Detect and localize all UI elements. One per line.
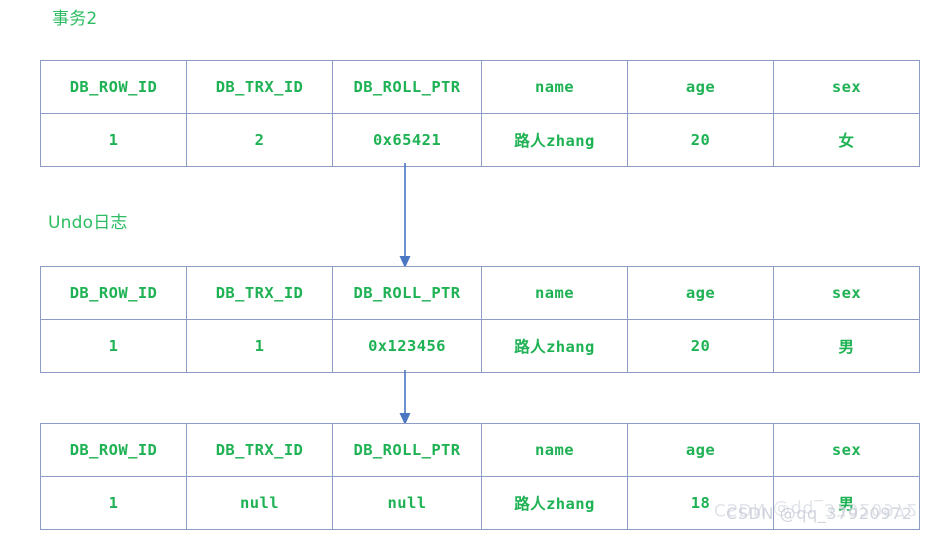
cell-name: 路人zhang — [481, 113, 628, 167]
cell-age: 20 — [627, 319, 774, 373]
column-header-db-roll-ptr: DB_ROLL_PTR — [332, 60, 482, 114]
transaction-caption: 事务2 — [52, 9, 98, 29]
cell-age: 18 — [627, 476, 774, 530]
table-header-row: DB_ROW_ID DB_TRX_ID DB_ROLL_PTR name age… — [40, 423, 920, 477]
column-header-sex: sex — [773, 266, 920, 320]
cell-db-roll-ptr: 0x123456 — [332, 319, 482, 373]
column-header-db-trx-id: DB_TRX_ID — [186, 423, 333, 477]
diagram-canvas: 事务2 DB_ROW_ID DB_TRX_ID DB_ROLL_PTR name… — [0, 0, 947, 543]
current-record-table: DB_ROW_ID DB_TRX_ID DB_ROLL_PTR name age… — [40, 60, 920, 167]
cell-db-row-id: 1 — [40, 113, 187, 167]
cell-db-trx-id: 2 — [186, 113, 333, 167]
cell-db-trx-id: 1 — [186, 319, 333, 373]
cell-name: 路人zhang — [481, 476, 628, 530]
column-header-db-row-id: DB_ROW_ID — [40, 423, 187, 477]
cell-db-trx-id: null — [186, 476, 333, 530]
cell-db-row-id: 1 — [40, 476, 187, 530]
cell-db-row-id: 1 — [40, 319, 187, 373]
column-header-db-trx-id: DB_TRX_ID — [186, 266, 333, 320]
rollptr-link-arrow-2 — [399, 370, 411, 425]
table-header-row: DB_ROW_ID DB_TRX_ID DB_ROLL_PTR name age… — [40, 60, 920, 114]
column-header-name: name — [481, 60, 628, 114]
cell-sex: 女 — [773, 113, 920, 167]
column-header-db-trx-id: DB_TRX_ID — [186, 60, 333, 114]
column-header-name: name — [481, 423, 628, 477]
column-header-db-row-id: DB_ROW_ID — [40, 266, 187, 320]
table-header-row: DB_ROW_ID DB_TRX_ID DB_ROLL_PTR name age… — [40, 266, 920, 320]
column-header-sex: sex — [773, 423, 920, 477]
cell-db-roll-ptr: 0x65421 — [332, 113, 482, 167]
column-header-age: age — [627, 60, 774, 114]
cell-sex: 男 — [773, 476, 920, 530]
table-row: 1 1 0x123456 路人zhang 20 男 — [40, 319, 920, 373]
column-header-db-roll-ptr: DB_ROLL_PTR — [332, 423, 482, 477]
undo-version-2-table: DB_ROW_ID DB_TRX_ID DB_ROLL_PTR name age… — [40, 423, 920, 530]
rollptr-link-arrow-1 — [399, 163, 411, 268]
column-header-age: age — [627, 423, 774, 477]
cell-sex: 男 — [773, 319, 920, 373]
table-row: 1 2 0x65421 路人zhang 20 女 — [40, 113, 920, 167]
cell-db-roll-ptr: null — [332, 476, 482, 530]
table-row: 1 null null 路人zhang 18 男 — [40, 476, 920, 530]
column-header-name: name — [481, 266, 628, 320]
cell-name: 路人zhang — [481, 319, 628, 373]
column-header-db-row-id: DB_ROW_ID — [40, 60, 187, 114]
column-header-sex: sex — [773, 60, 920, 114]
undo-version-1-table: DB_ROW_ID DB_TRX_ID DB_ROLL_PTR name age… — [40, 266, 920, 373]
column-header-db-roll-ptr: DB_ROLL_PTR — [332, 266, 482, 320]
column-header-age: age — [627, 266, 774, 320]
cell-age: 20 — [627, 113, 774, 167]
undo-log-caption: Undo日志 — [48, 213, 128, 233]
